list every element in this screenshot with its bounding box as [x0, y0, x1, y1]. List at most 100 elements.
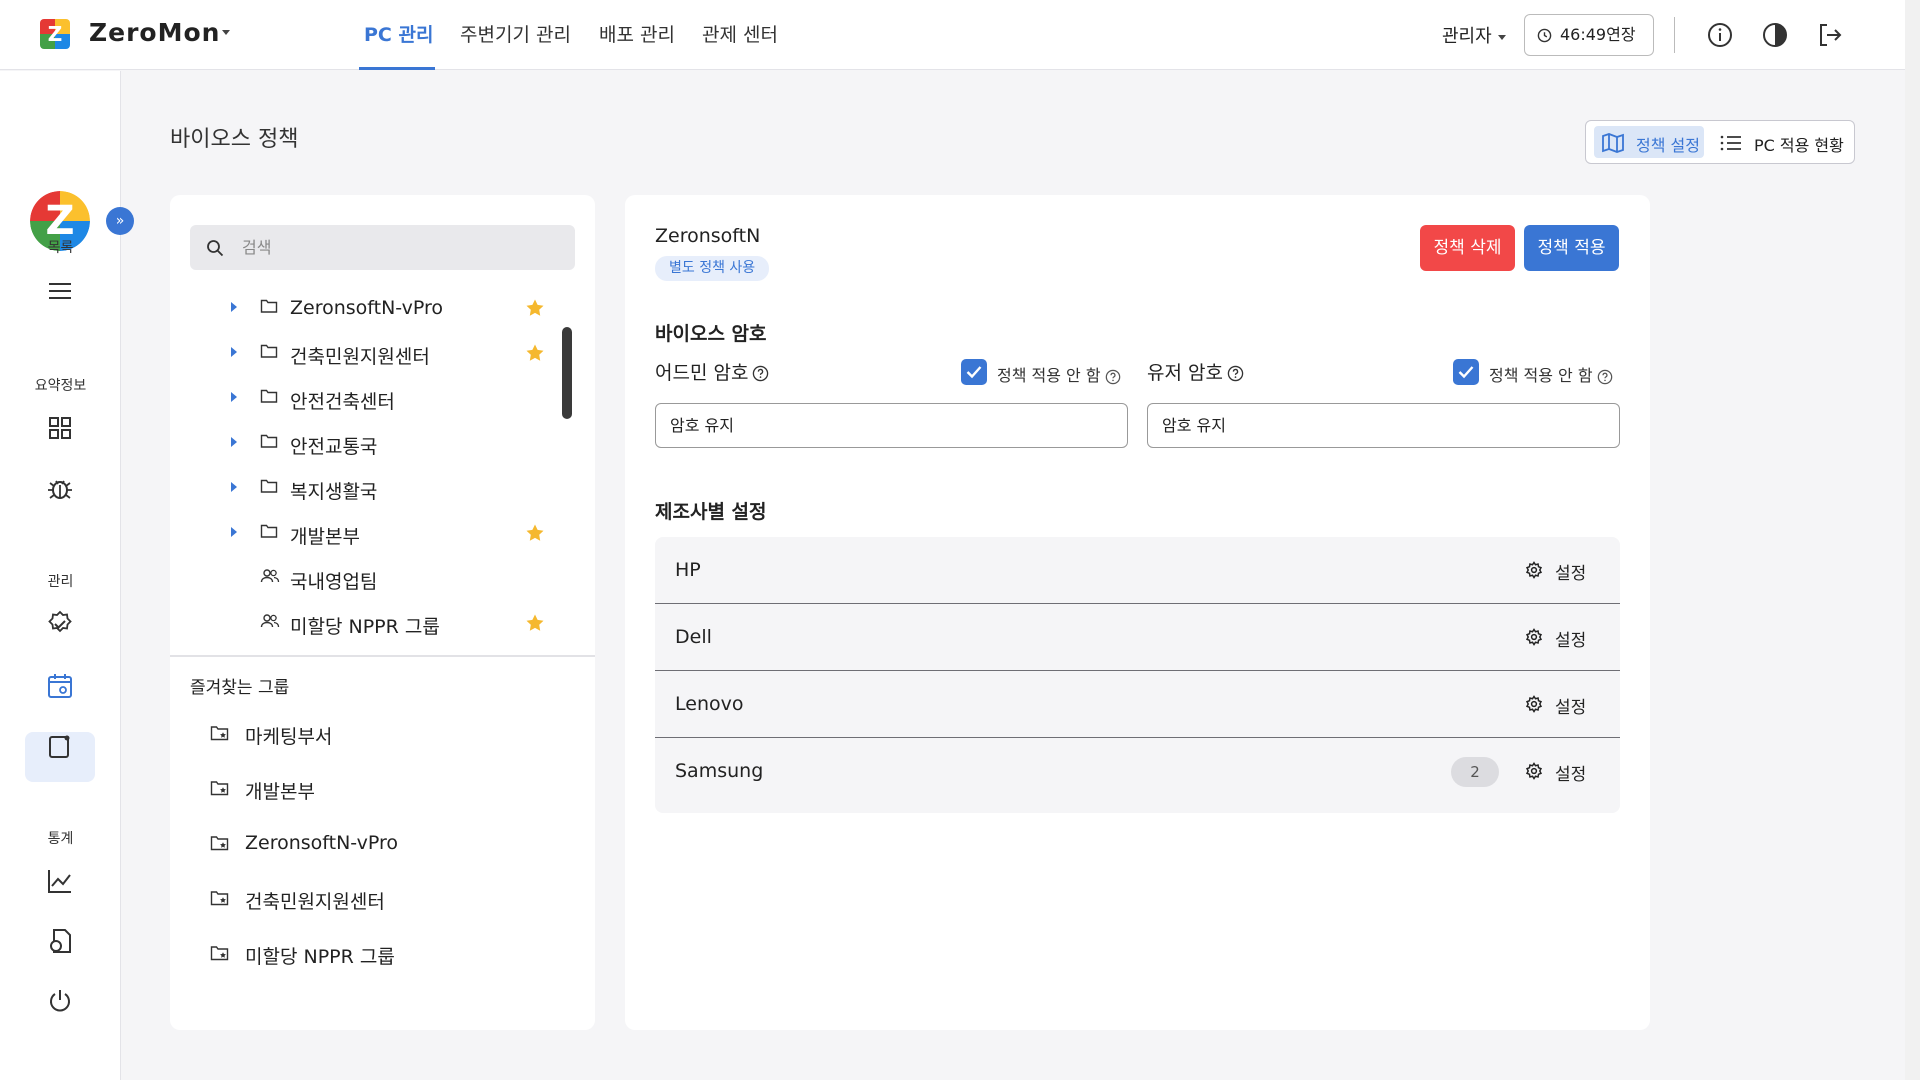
- tree-item[interactable]: 건축민원지원센터: [170, 332, 595, 374]
- settings-label: 설정: [1555, 564, 1587, 584]
- check-icon: [966, 366, 982, 379]
- gear-icon: [1525, 561, 1543, 579]
- tree-item-label: 복지생활국: [290, 481, 378, 503]
- check-icon: [1458, 366, 1474, 379]
- side-section-list: 목록: [47, 240, 74, 256]
- user-password-field[interactable]: 암호 유지: [1147, 403, 1620, 448]
- tree-item[interactable]: ZeronsoftN-vPro: [170, 287, 595, 329]
- delete-policy-button[interactable]: 정책 삭제: [1420, 225, 1515, 271]
- tree-item[interactable]: 국내영업팀: [170, 557, 595, 599]
- page-scrollbar[interactable]: [1905, 0, 1920, 1080]
- expand-caret-icon[interactable]: [231, 302, 237, 312]
- expand-caret-icon[interactable]: [231, 482, 237, 492]
- tab-pc-management[interactable]: PC 관리: [364, 20, 433, 47]
- tree-item-label: 국내영업팀: [290, 571, 378, 593]
- app-name[interactable]: ZeroMon: [89, 18, 220, 47]
- admin-menu[interactable]: 관리자: [1442, 22, 1492, 48]
- expand-sidebar-button[interactable]: »: [106, 207, 134, 235]
- view-toggle: 정책 설정 PC 적용 현황: [1585, 120, 1855, 164]
- badge-check-icon[interactable]: [45, 609, 75, 639]
- clipboard-icon[interactable]: [45, 731, 75, 761]
- help-icon[interactable]: [1597, 369, 1613, 385]
- favorite-folder-icon: [210, 836, 229, 851]
- manufacturer-row: Samsung 2 설정: [655, 738, 1620, 805]
- favorite-group-label: 마케팅부서: [245, 726, 333, 748]
- bios-password-title: 바이오스 암호: [655, 323, 767, 345]
- bug-icon[interactable]: [45, 473, 75, 503]
- manufacturer-settings-button[interactable]: 설정: [1525, 693, 1586, 718]
- star-icon[interactable]: [525, 523, 545, 543]
- tree-item-label: ZeronsoftN-vPro: [290, 297, 444, 319]
- manufacturer-row: HP 설정: [655, 537, 1620, 604]
- tab-peripheral-management[interactable]: 주변기기 관리: [460, 20, 571, 47]
- expand-caret-icon[interactable]: [231, 347, 237, 357]
- user-no-policy-label-wrap: 정책 적용 안 함: [1489, 362, 1613, 386]
- settings-label: 설정: [1555, 698, 1587, 718]
- app-logo-icon: Z: [40, 19, 70, 49]
- admin-no-policy-checkbox[interactable]: [961, 359, 987, 385]
- power-icon[interactable]: [45, 986, 75, 1016]
- group-icon: [260, 569, 280, 583]
- top-bar: Z ZeroMon PC 관리 주변기기 관리 배포 관리 관제 센터 관리자 …: [0, 0, 1905, 70]
- policy-settings-toggle[interactable]: 정책 설정: [1636, 132, 1700, 156]
- tab-deployment-management[interactable]: 배포 관리: [599, 20, 675, 47]
- help-icon[interactable]: [1105, 369, 1121, 385]
- manufacturer-name: Lenovo: [675, 693, 744, 715]
- user-no-policy-checkbox[interactable]: [1453, 359, 1479, 385]
- tree-scrollbar-thumb[interactable]: [562, 327, 572, 419]
- tree-item[interactable]: 안전건축센터: [170, 377, 595, 419]
- favorite-group-item[interactable]: 마케팅부서: [170, 714, 595, 754]
- group-icon: [260, 614, 280, 628]
- expand-caret-icon[interactable]: [231, 527, 237, 537]
- calendar-settings-icon[interactable]: [45, 671, 75, 701]
- tree-item[interactable]: 미할당 NPPR 그룹: [170, 602, 595, 644]
- side-section-stats: 통계: [47, 831, 74, 847]
- star-icon[interactable]: [525, 343, 545, 363]
- favorite-group-item[interactable]: 건축민원지원센터: [170, 879, 595, 919]
- folder-icon: [260, 344, 278, 358]
- favorite-group-item[interactable]: 미할당 NPPR 그룹: [170, 934, 595, 974]
- folder-icon: [260, 299, 278, 313]
- manufacturer-row: Dell 설정: [655, 604, 1620, 671]
- line-chart-icon[interactable]: [45, 866, 75, 896]
- favorite-group-item[interactable]: ZeronsoftN-vPro: [170, 824, 595, 864]
- document-search-icon[interactable]: [45, 926, 75, 956]
- admin-caret-icon[interactable]: [1498, 35, 1506, 40]
- page-title: 바이오스 정책: [170, 127, 299, 152]
- folder-icon: [260, 524, 278, 538]
- manufacturer-settings-button[interactable]: 설정: [1525, 760, 1586, 785]
- star-icon[interactable]: [525, 298, 545, 318]
- help-icon[interactable]: [1227, 365, 1244, 382]
- expand-caret-icon[interactable]: [231, 392, 237, 402]
- tree-item-label: 미할당 NPPR 그룹: [290, 616, 440, 638]
- pc-status-toggle[interactable]: PC 적용 현황: [1754, 132, 1844, 156]
- tree-item[interactable]: 개발본부: [170, 512, 595, 554]
- manufacturer-settings-button[interactable]: 설정: [1525, 559, 1586, 584]
- list-icon[interactable]: [1719, 131, 1743, 155]
- search-input[interactable]: [242, 225, 562, 270]
- logout-icon[interactable]: [1815, 20, 1845, 50]
- map-icon[interactable]: [1601, 131, 1625, 155]
- help-icon[interactable]: [752, 365, 769, 382]
- admin-password-field[interactable]: 암호 유지: [655, 403, 1128, 448]
- tab-control-center[interactable]: 관제 센터: [702, 20, 778, 47]
- tree-item-label: 개발본부: [290, 526, 360, 548]
- manufacturer-name: HP: [675, 559, 701, 581]
- contrast-icon[interactable]: [1760, 20, 1790, 50]
- apply-policy-button[interactable]: 정책 적용: [1524, 225, 1619, 271]
- admin-no-policy-label: 정책 적용 안 함: [997, 366, 1101, 385]
- menu-icon[interactable]: [45, 276, 75, 306]
- manufacturer-settings-button[interactable]: 설정: [1525, 626, 1586, 651]
- favorite-group-label: 개발본부: [245, 781, 315, 803]
- favorite-group-item[interactable]: 개발본부: [170, 769, 595, 809]
- tree-item[interactable]: 복지생활국: [170, 467, 595, 509]
- session-extend-button[interactable]: 46:49연장: [1524, 14, 1654, 56]
- star-icon[interactable]: [525, 613, 545, 633]
- expand-caret-icon[interactable]: [231, 437, 237, 447]
- divider: [1674, 17, 1675, 53]
- app-menu-caret-icon[interactable]: [222, 30, 230, 35]
- grid-icon[interactable]: [45, 413, 75, 443]
- settings-label: 설정: [1555, 631, 1587, 651]
- info-icon[interactable]: [1705, 20, 1735, 50]
- tree-item[interactable]: 안전교통국: [170, 422, 595, 464]
